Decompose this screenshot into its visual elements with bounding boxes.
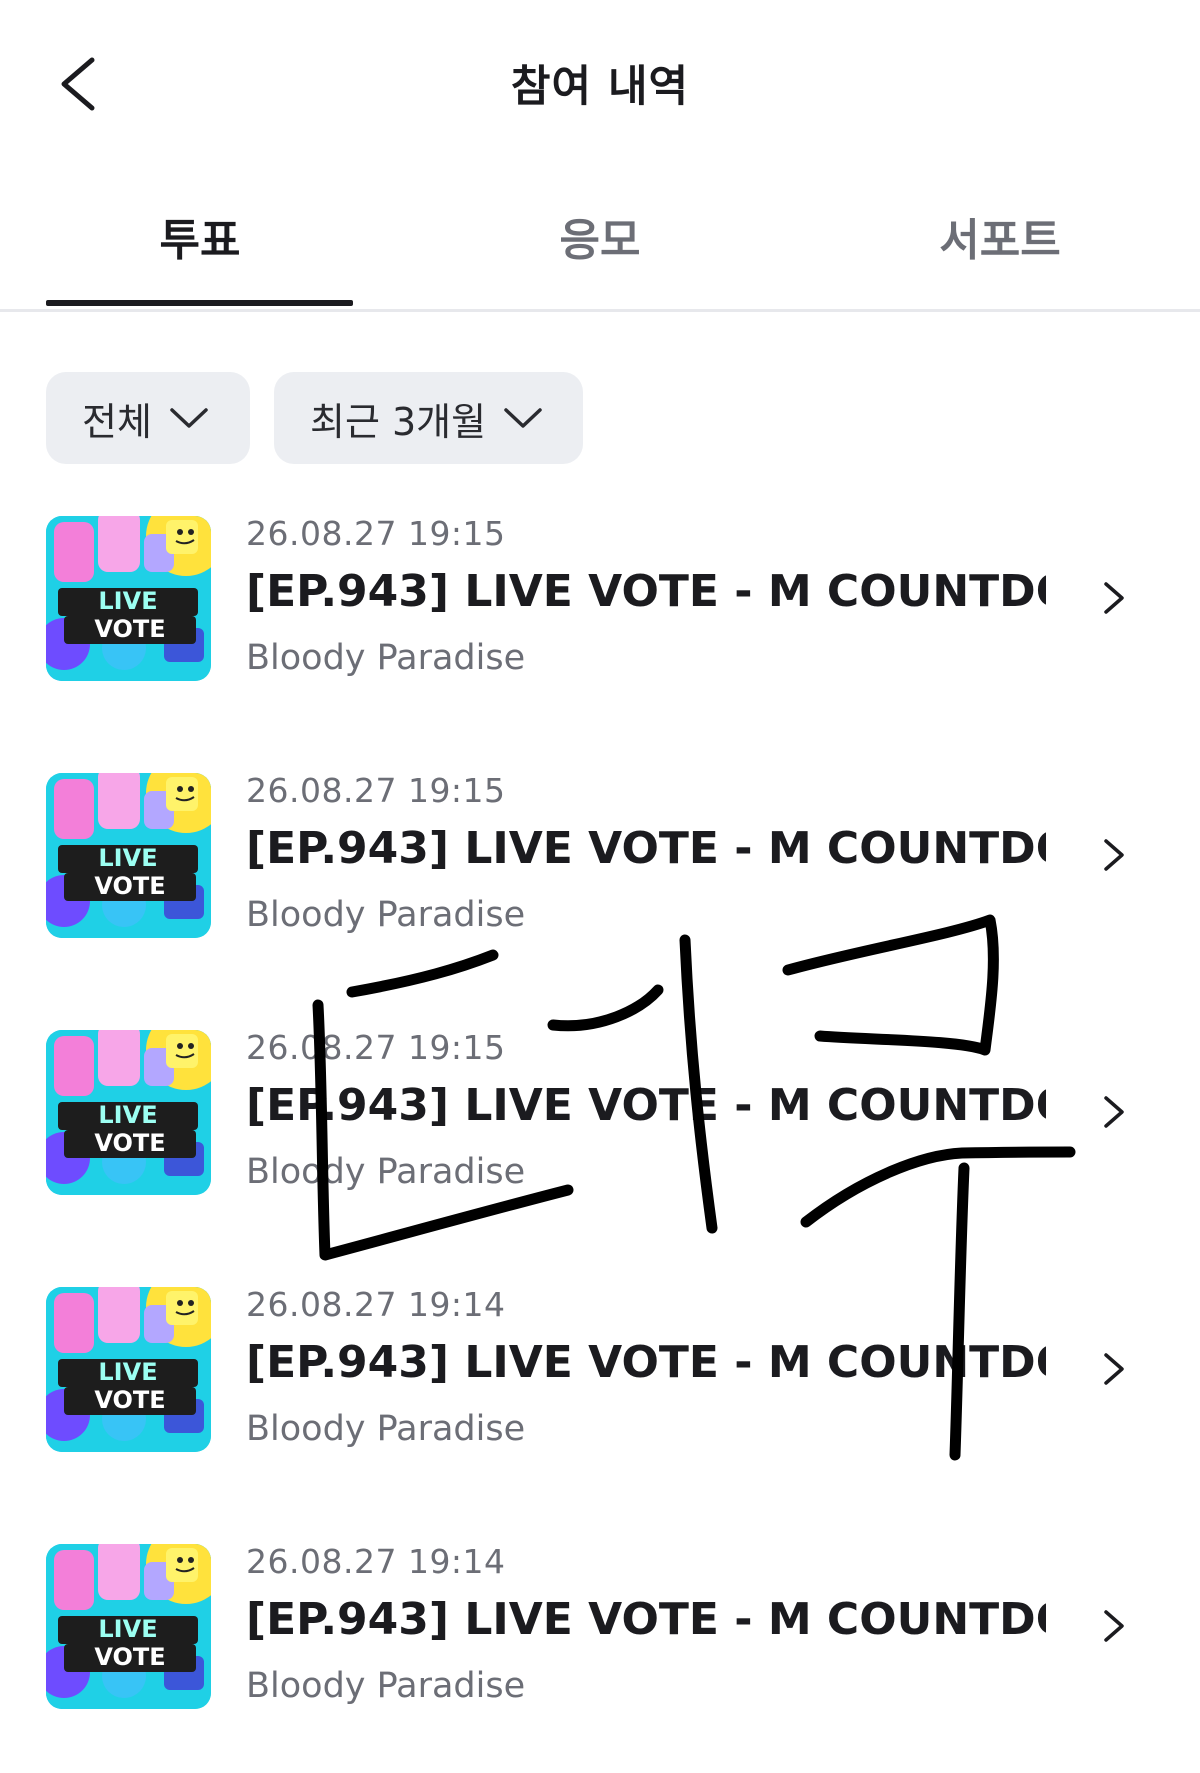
vote-title: [EP.943] LIVE VOTE - M COUNTDO... [246,1080,1046,1131]
participation-history-screen: 참여 내역 투표 응모 서포트 전체 최근 3개월 LIVE VOTE 26.0… [0,0,1200,1773]
chevron-right-icon [1098,833,1128,877]
thumb-text-vote: VOTE [94,1386,165,1414]
thumb-text-live: LIVE [98,844,157,872]
vote-title: [EP.943] LIVE VOTE - M COUNTDO... [246,823,1046,874]
tab-support[interactable]: 서포트 [800,204,1200,268]
list-item[interactable]: LIVE VOTE 26.08.27 19:15 [EP.943] LIVE V… [0,1014,1200,1214]
list-item[interactable]: LIVE VOTE 26.08.27 19:14 [EP.943] LIVE V… [0,1528,1200,1728]
list-item[interactable]: LIVE VOTE 26.08.27 19:15 [EP.943] LIVE V… [0,500,1200,700]
list-item[interactable]: LIVE VOTE 26.08.27 19:15 [EP.943] LIVE V… [0,757,1200,957]
filter-period-label: 최근 3개월 [310,399,487,444]
artist-name: Bloody Paradise [246,895,526,935]
artist-name: Bloody Paradise [246,1152,526,1192]
live-vote-thumbnail: LIVE VOTE [46,1287,211,1452]
tab-vote[interactable]: 투표 [0,204,400,268]
vote-title: [EP.943] LIVE VOTE - M COUNTDO... [246,566,1046,617]
thumb-text-vote: VOTE [94,1643,165,1671]
vote-date: 26.08.27 19:15 [246,771,506,810]
active-tab-indicator [46,300,353,306]
vote-title: [EP.943] LIVE VOTE - M COUNTDO... [246,1337,1046,1388]
chevron-right-icon [1098,1604,1128,1648]
artist-name: Bloody Paradise [246,638,526,678]
thumb-text-vote: VOTE [94,1129,165,1157]
live-vote-thumbnail: LIVE VOTE [46,1544,211,1709]
header: 참여 내역 [0,0,1200,170]
chevron-right-icon [1098,1347,1128,1391]
vote-date: 26.08.27 19:15 [246,514,506,553]
page-title: 참여 내역 [510,62,690,112]
vote-date: 26.08.27 19:14 [246,1285,506,1324]
thumb-text-live: LIVE [98,1615,157,1643]
artist-name: Bloody Paradise [246,1409,526,1449]
thumb-text-live: LIVE [98,1358,157,1386]
vote-title: [EP.943] LIVE VOTE - M COUNTDO... [246,1594,1046,1645]
live-vote-thumbnail: LIVE VOTE [46,516,211,681]
chevron-down-icon [168,405,210,431]
thumb-text-live: LIVE [98,587,157,615]
filter-type-dropdown[interactable]: 전체 [46,372,250,464]
chevron-down-icon [502,405,544,431]
live-vote-thumbnail: LIVE VOTE [46,773,211,938]
vote-date: 26.08.27 19:15 [246,1028,506,1067]
thumb-text-vote: VOTE [94,872,165,900]
vote-date: 26.08.27 19:14 [246,1542,506,1581]
thumb-text-live: LIVE [98,1101,157,1129]
filter-period-dropdown[interactable]: 최근 3개월 [274,372,583,464]
chevron-right-icon [1098,1090,1128,1134]
artist-name: Bloody Paradise [246,1666,526,1706]
list-item[interactable]: LIVE VOTE 26.08.27 19:14 [EP.943] LIVE V… [0,1271,1200,1471]
thumb-text-vote: VOTE [94,615,165,643]
filter-type-label: 전체 [82,399,152,444]
tab-entry[interactable]: 응모 [400,204,800,268]
tab-bar: 투표 응모 서포트 [0,190,1200,312]
live-vote-thumbnail: LIVE VOTE [46,1030,211,1195]
chevron-right-icon [1098,576,1128,620]
